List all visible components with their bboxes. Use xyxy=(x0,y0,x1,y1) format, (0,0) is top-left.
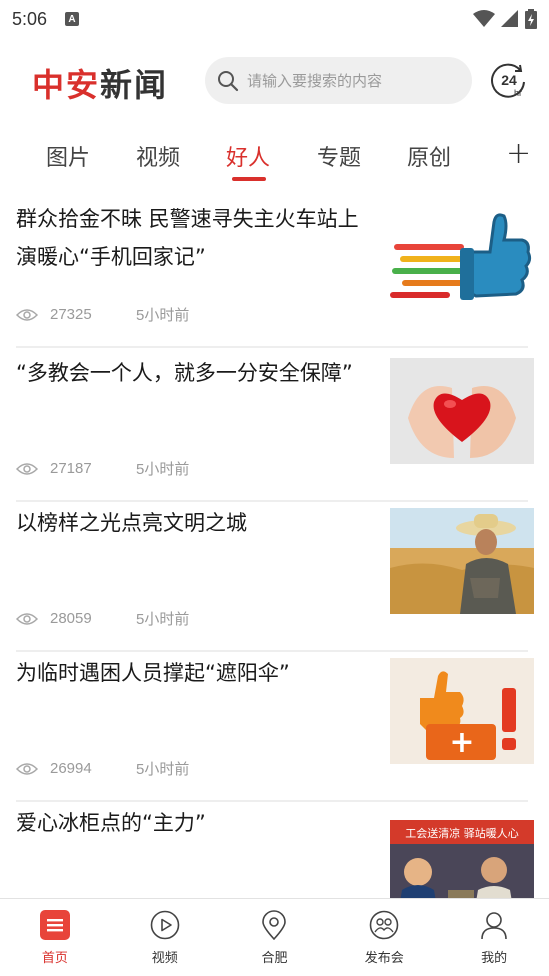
news-title: 为临时遇困人员撑起“遮阳伞” xyxy=(16,661,290,685)
eye-icon xyxy=(16,762,38,775)
24-hour-number: 24 xyxy=(501,72,517,88)
praise-sign-icon: + xyxy=(390,658,534,764)
news-thumbnail xyxy=(390,358,534,464)
status-time: 5:06 xyxy=(12,8,48,29)
publish-time: 5小时前 xyxy=(136,611,190,628)
location-pin-icon xyxy=(258,909,290,941)
news-title: 以榜样之光点亮文明之城 xyxy=(16,511,247,535)
view-count: 26994 xyxy=(50,760,92,777)
news-thumbnail: + xyxy=(390,658,534,764)
search-placeholder: 请输入要搜索的内容 xyxy=(247,72,383,90)
battery-icon xyxy=(525,9,537,29)
news-meta: 28059 5小时前 xyxy=(16,608,189,629)
publish-time: 5小时前 xyxy=(136,761,190,778)
banner-text: 工会送清凉 驿站暖人心 xyxy=(405,826,519,840)
tab-pictures[interactable]: 图片 xyxy=(46,140,90,172)
tab-topics[interactable]: 专题 xyxy=(317,140,361,172)
news-thumbnail xyxy=(390,508,534,614)
nav-hefei[interactable]: 合肥 xyxy=(220,899,330,976)
nav-press-conference[interactable]: 发布会 xyxy=(329,899,439,976)
active-tab-indicator xyxy=(232,177,266,181)
nav-video[interactable]: 视频 xyxy=(110,899,220,976)
people-icon xyxy=(368,909,400,941)
svg-text:+: + xyxy=(449,725,474,760)
divider xyxy=(16,346,528,348)
view-count: 28059 xyxy=(50,610,92,627)
nav-mine[interactable]: 我的 xyxy=(439,899,549,976)
news-thumbnail xyxy=(390,204,534,310)
signal-icon xyxy=(501,10,518,27)
logo-part-red: 中安 xyxy=(32,66,101,104)
tab-original[interactable]: 原创 xyxy=(407,140,451,172)
nav-press-label: 发布会 xyxy=(364,951,404,966)
category-tabs: 图片 视频 好人 专题 原创 + xyxy=(0,130,549,186)
nav-home[interactable]: 首页 xyxy=(0,899,110,976)
wifi-icon xyxy=(473,10,495,27)
tab-good-people[interactable]: 好人 xyxy=(226,140,270,172)
news-meta: 26994 5小时前 xyxy=(16,758,189,779)
nav-video-label: 视频 xyxy=(151,951,178,966)
app-header: 中安新闻 请输入要搜索的内容 24 hr xyxy=(0,48,549,112)
thumbs-up-icon xyxy=(390,213,532,300)
nav-home-label: 首页 xyxy=(41,951,68,966)
user-icon xyxy=(478,909,510,941)
logo-part-dark: 新闻 xyxy=(100,66,169,104)
news-title: 爱心冰柜点的“主力” xyxy=(16,811,206,835)
home-list-icon xyxy=(39,909,71,941)
news-item[interactable]: 以榜样之光点亮文明之城 28059 5小时前 xyxy=(0,500,549,652)
notification-a-icon: A xyxy=(65,12,80,26)
eye-icon xyxy=(16,462,38,475)
news-item[interactable]: 群众拾金不昧 民警速寻失主火车站上演暖心“手机回家记” 27325 5小时前 xyxy=(0,196,549,348)
add-tab-button[interactable]: + xyxy=(506,136,531,171)
play-icon xyxy=(149,909,181,941)
eye-icon xyxy=(16,308,38,321)
news-title: “多教会一个人，就多一分安全保障” xyxy=(16,361,353,385)
news-title: 群众拾金不昧 民警速寻失主火车站上演暖心“手机回家记” xyxy=(16,207,359,269)
tab-fade xyxy=(470,130,510,186)
news-item[interactable]: “多教会一个人，就多一分安全保障” 27187 5小时前 xyxy=(0,350,549,502)
24-hour-unit: hr xyxy=(514,88,522,98)
news-meta: 27325 5小时前 xyxy=(16,304,189,325)
farmer-wheat-photo xyxy=(390,508,534,614)
publish-time: 5小时前 xyxy=(136,307,190,324)
heart-hands-icon xyxy=(408,386,516,458)
nav-mine-label: 我的 xyxy=(481,951,508,966)
status-icons xyxy=(473,9,537,29)
view-count: 27187 xyxy=(50,460,92,477)
nav-hefei-label: 合肥 xyxy=(261,951,288,966)
bottom-nav: 首页 视频 合肥 发布会 我的 xyxy=(0,898,549,976)
publish-time: 5小时前 xyxy=(136,461,190,478)
tab-video[interactable]: 视频 xyxy=(136,140,180,172)
news-meta: 27187 5小时前 xyxy=(16,458,189,479)
eye-icon xyxy=(16,612,38,625)
view-count: 27325 xyxy=(50,306,92,323)
search-icon xyxy=(218,70,239,91)
app-logo: 中安新闻 xyxy=(32,60,168,106)
news-item[interactable]: 为临时遇困人员撑起“遮阳伞” 26994 5小时前 + xyxy=(0,650,549,802)
24-hour-news-icon[interactable]: 24 hr xyxy=(490,62,528,100)
status-bar: 5:06 A xyxy=(0,0,549,38)
search-bar[interactable]: 请输入要搜索的内容 xyxy=(205,57,472,104)
